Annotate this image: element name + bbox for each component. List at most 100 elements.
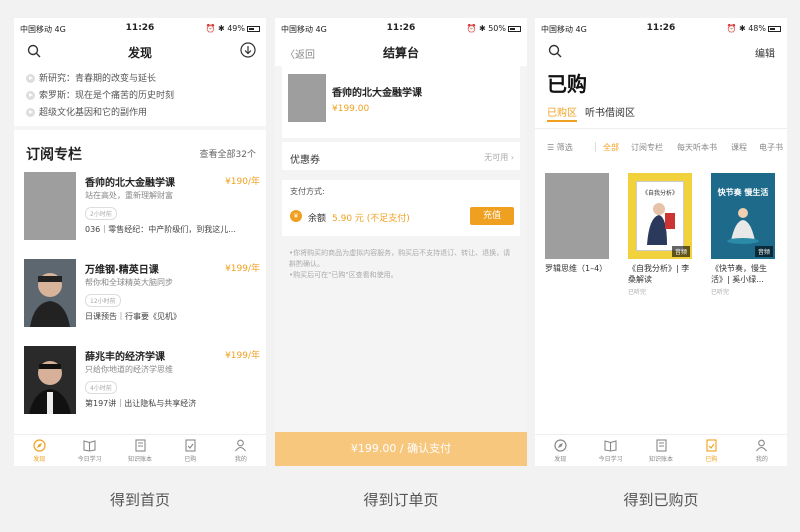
sliders-icon: ☰ (547, 143, 555, 152)
course-item[interactable]: 香帅的北大金融学课 ¥190/年 站在高处，重新理解财富 2小时前 036｜零售… (24, 172, 260, 240)
book-status: 已听完 (711, 289, 730, 296)
book-title: 《自我分析》| 李桑解读 (628, 264, 690, 284)
caption-checkout: 得到订单页 (363, 491, 439, 509)
caption-purchased: 得到已购页 (623, 491, 699, 509)
filter-subscription[interactable]: 订阅专栏 (631, 142, 663, 153)
audio-badge: 音频 (754, 246, 773, 257)
tab-today[interactable]: 今日学习 (585, 435, 635, 466)
navbar: 编辑 (535, 38, 787, 66)
user-icon (756, 439, 768, 452)
tab-ledger[interactable]: 知识账本 (115, 435, 165, 466)
tab-me[interactable]: 我的 (737, 435, 787, 466)
book-cover (545, 173, 609, 259)
purchase-notice: •你将购买的商品为虚拟内容服务，购买后不支持退订、转让、退换，请斟酌确认。 •购… (289, 249, 511, 279)
balance-label: 余额 (308, 214, 327, 224)
purchased-screen: 中国移动 4G 11:26 ⏰ ✱ 48% 编辑 已购 已购区 听书借阅区 ☰ … (535, 18, 787, 466)
book-title: 罗辑思维（1–4） (545, 264, 608, 273)
course-thumbnail (24, 259, 76, 327)
course-update: 日课预告｜行事要《见机》 (85, 312, 181, 321)
author-photo (24, 259, 76, 327)
tab-ledger[interactable]: 知识账本 (636, 435, 686, 466)
confirm-pay-button[interactable]: ¥199.00 / 确认支付 (275, 432, 527, 466)
book-title: 《快节奏，慢生活》| 奚小绿... (711, 264, 767, 284)
cover-illustration (647, 203, 675, 245)
course-price: ¥199/年 (225, 351, 260, 361)
tab-bar: 发现 今日学习 知识账本 已购 我的 (535, 434, 787, 466)
course-desc: 帮你和全球精英大脑同步 (85, 278, 173, 287)
tab-me[interactable]: 我的 (216, 435, 266, 466)
user-icon (235, 439, 247, 452)
news-item[interactable]: 索罗斯：现在是个痛苦的历史时刻 (26, 88, 174, 101)
course-title: 香帅的北大金融学课 (85, 178, 175, 189)
product-title: 香帅的北大金融学课 (332, 88, 422, 99)
book-icon (604, 440, 617, 452)
book-cover: 《自我分析》 音频 (628, 173, 692, 259)
edit-button[interactable]: 编辑 (755, 45, 775, 60)
page-title: 已购 (547, 72, 587, 96)
book-cover: 快节奏 慢生活 音频 (711, 173, 775, 259)
play-icon (26, 91, 35, 100)
home-screen: 中国移动 4G 11:26 ⏰ ✱ 49% 发现 新研究：青春期的改变与延长 索… (14, 18, 266, 466)
payment-card: 支付方式: ¥ 余额 5.90 元 (不足支付) 充值 (282, 180, 520, 236)
filter-course[interactable]: 课程 (731, 142, 747, 153)
page-title: 发现 (127, 46, 152, 60)
book-icon (83, 440, 96, 452)
book-item[interactable]: 《自我分析》 音频 《自我分析》| 李桑解读 已听完 (628, 173, 692, 296)
status-bar: 中国移动 4G 11:26 ⏰ ✱ 49% (14, 18, 266, 38)
purchased-icon (706, 439, 717, 452)
course-title: 万维钢·精英日课 (85, 265, 159, 276)
tab-discover[interactable]: 发现 (535, 435, 585, 466)
course-item[interactable]: 薛兆丰的经济学课 ¥199/年 只给你地道的经济学思维 4小时前 第197讲｜出… (24, 346, 260, 414)
tab-purchased-area[interactable]: 已购区 (547, 104, 577, 119)
divider (535, 128, 787, 129)
search-icon[interactable] (548, 44, 562, 58)
recharge-button[interactable]: 充值 (470, 207, 514, 225)
compass-icon (554, 439, 567, 452)
tab-discover[interactable]: 发现 (14, 435, 64, 466)
time-badge: 12小时前 (85, 294, 121, 307)
time-badge: 4小时前 (85, 381, 117, 394)
battery-icon (768, 25, 781, 32)
balance-value: 5.90 元 (不足支付) (332, 214, 410, 224)
course-thumbnail (24, 172, 76, 240)
tab-purchased[interactable]: 已购 (686, 435, 736, 466)
ledger-icon (134, 439, 146, 452)
tab-today[interactable]: 今日学习 (64, 435, 114, 466)
navbar: 发现 (14, 38, 266, 66)
battery-percent: 49% (227, 24, 245, 33)
course-item[interactable]: 万维钢·精英日课 ¥199/年 帮你和全球精英大脑同步 12小时前 日课预告｜行… (24, 259, 260, 327)
course-title: 薛兆丰的经济学课 (85, 352, 165, 363)
book-status: 已听完 (628, 289, 647, 296)
news-item[interactable]: 新研究：青春期的改变与延长 (26, 71, 156, 84)
download-icon[interactable] (240, 42, 256, 58)
filter-all[interactable]: 全部 (603, 142, 619, 153)
tab-purchased[interactable]: 已购 (165, 435, 215, 466)
book-item[interactable]: 罗辑思维（1–4） (545, 173, 609, 274)
chevron-right-icon: › (510, 153, 514, 162)
battery-percent: 48% (748, 24, 766, 33)
play-icon (26, 108, 35, 117)
divider (14, 126, 266, 130)
news-item[interactable]: 超级文化基因和它的副作用 (26, 105, 147, 118)
tab-borrow-area[interactable]: 听书借阅区 (585, 104, 635, 119)
product-card: 香帅的北大金融学课 ¥199.00 (282, 66, 520, 138)
ledger-icon (655, 439, 667, 452)
caption-home: 得到首页 (109, 491, 170, 509)
purchased-icon (185, 439, 196, 452)
play-icon (26, 74, 35, 83)
checkout-screen: 中国移动 4G 11:26 ⏰ ✱ 50% 〈返回 结算台 香帅的北大金融学课 … (275, 18, 527, 466)
course-update: 036｜零售经纪：中产阶级们，到我这儿... (85, 225, 236, 234)
filter-daily-book[interactable]: 每天听本书 (677, 142, 717, 153)
coupon-row[interactable]: 优惠券 无可用 › (282, 142, 520, 170)
status-bar: 中国移动 4G 11:26 ⏰ ✱ 48% (535, 18, 787, 38)
book-item[interactable]: 快节奏 慢生活 音频 《快节奏，慢生活》| 奚小绿... 已听完 (711, 173, 775, 296)
section-title: 订阅专栏 (26, 147, 82, 163)
coupon-value: 无可用 (484, 153, 509, 162)
product-price: ¥199.00 (332, 104, 370, 114)
view-all-link[interactable]: 查看全部32个 (200, 147, 256, 160)
time-badge: 2小时前 (85, 207, 117, 220)
cover-art: 《自我分析》 (636, 181, 684, 251)
filter-button[interactable]: ☰ 筛选 (547, 142, 573, 153)
filter-ebook[interactable]: 电子书 (759, 142, 783, 153)
course-desc: 站在高处，重新理解财富 (85, 191, 173, 200)
